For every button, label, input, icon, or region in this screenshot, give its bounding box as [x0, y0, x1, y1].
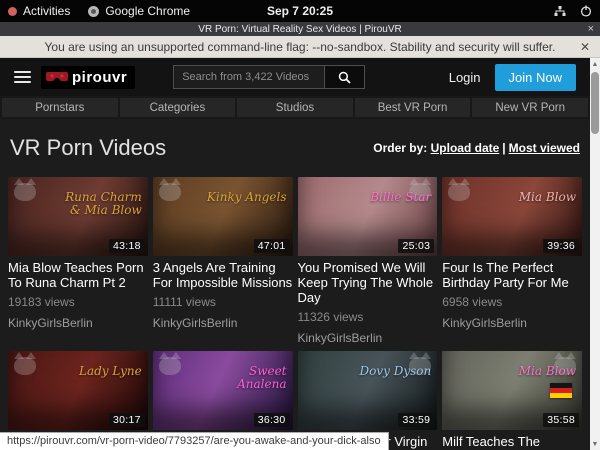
video-grid: Runa Charm & Mia Blow 43:18 Mia Blow Tea… [8, 177, 582, 450]
content-area: VR Porn Videos Order by: Upload date|Mos… [0, 119, 590, 450]
video-card: Runa Charm & Mia Blow 43:18 Mia Blow Tea… [8, 177, 148, 347]
duration-badge: 33:59 [398, 413, 434, 427]
chrome-icon [88, 6, 99, 17]
studio-watermark-icon [159, 183, 181, 201]
video-title[interactable]: You Promised We Will Keep Trying The Who… [298, 260, 438, 305]
studio-link[interactable]: KinkyGirlsBerlin [8, 316, 93, 330]
search-bar [173, 65, 365, 89]
view-count: 11326 views [298, 310, 438, 324]
web-page: pirouvr Login Join Now [0, 58, 590, 450]
vr-goggles-icon [46, 71, 68, 83]
german-flag-icon [550, 383, 572, 398]
browser-tab-bar: VR Porn: Virtual Reality Sex Videos | Pi… [0, 22, 600, 36]
duration-badge: 39:36 [543, 239, 579, 253]
duration-badge: 25:03 [398, 239, 434, 253]
video-card: Mia Blow 35:58 Milf Teaches The Teacher … [442, 351, 582, 450]
view-count: 11111 views [153, 295, 293, 309]
status-url-tooltip: https://pirouvr.com/vr-porn-video/779325… [0, 432, 389, 450]
video-thumbnail[interactable]: Dovy Dyson 33:59 [298, 351, 438, 430]
duration-badge: 47:01 [254, 239, 290, 253]
thumbnail-overlay-text: Runa Charm & Mia Blow [55, 191, 142, 217]
page-title: VR Porn Videos [10, 135, 166, 161]
studio-watermark-icon [159, 357, 181, 375]
scrollbar-up-icon[interactable]: ▲ [590, 58, 600, 70]
order-by: Order by: Upload date|Most viewed [373, 141, 580, 155]
video-thumbnail[interactable]: Billie Star 25:03 [298, 177, 438, 256]
video-card: Kinky Angels 47:01 3 Angels Are Training… [153, 177, 293, 347]
nav-item-new-vr[interactable]: New VR Porn [472, 98, 588, 117]
video-thumbnail[interactable]: Sweet Analena 36:30 [153, 351, 293, 430]
search-icon [338, 71, 351, 84]
network-tray-icon[interactable] [554, 6, 566, 17]
video-card: Billie Star 25:03 You Promised We Will K… [298, 177, 438, 347]
video-thumbnail[interactable]: Lady Lyne 30:17 [8, 351, 148, 430]
infobar-message: You are using an unsupported command-lin… [45, 40, 556, 54]
thumbnail-overlay-text: Mia Blow [519, 191, 576, 204]
app-menu-label: Google Chrome [105, 4, 190, 18]
chrome-infobar: You are using an unsupported command-lin… [0, 36, 600, 58]
video-title[interactable]: Milf Teaches The Teacher Some Practical … [442, 434, 582, 450]
video-thumbnail[interactable]: Kinky Angels 47:01 [153, 177, 293, 256]
menu-hamburger-icon[interactable] [14, 68, 31, 86]
search-input[interactable] [173, 65, 325, 89]
studio-link[interactable]: KinkyGirlsBerlin [442, 316, 527, 330]
video-title[interactable]: Four Is The Perfect Birthday Party For M… [442, 260, 582, 290]
view-count: 19183 views [8, 295, 148, 309]
video-title[interactable]: 3 Angels Are Training For Impossible Mis… [153, 260, 293, 290]
thumbnail-overlay-text: Lady Lyne [79, 365, 142, 378]
nav-item-best-vr[interactable]: Best VR Porn [355, 98, 471, 117]
nav-item-categories[interactable]: Categories [120, 98, 236, 117]
nav-item-pornstars[interactable]: Pornstars [2, 98, 118, 117]
infobar-close-icon[interactable]: ✕ [580, 40, 590, 54]
join-now-button[interactable]: Join Now [495, 64, 576, 91]
power-icon[interactable] [580, 5, 592, 17]
duration-badge: 43:18 [109, 239, 145, 253]
video-card: Mia Blow 39:36 Four Is The Perfect Birth… [442, 177, 582, 347]
duration-badge: 35:58 [543, 413, 579, 427]
thumbnail-overlay-text: Kinky Angels [207, 191, 287, 204]
search-button[interactable] [325, 65, 365, 89]
nav-item-studios[interactable]: Studios [237, 98, 353, 117]
duration-badge: 36:30 [254, 413, 290, 427]
desktop: Activities Google Chrome Sep 7 20:25 [0, 0, 600, 450]
tab-close-icon[interactable]: × [588, 22, 594, 36]
video-thumbnail[interactable]: Mia Blow 39:36 [442, 177, 582, 256]
login-link[interactable]: Login [449, 70, 481, 85]
view-count: 6958 views [442, 295, 582, 309]
order-by-label: Order by: [373, 141, 427, 155]
scrollbar-thumb[interactable] [591, 72, 599, 134]
site-logo-text: pirouvr [72, 69, 127, 86]
site-header: pirouvr Login Join Now [0, 58, 590, 96]
video-thumbnail[interactable]: Mia Blow 35:58 [442, 351, 582, 430]
tab-title[interactable]: VR Porn: Virtual Reality Sex Videos | Pi… [198, 24, 401, 35]
main-nav: Pornstars Categories Studios Best VR Por… [0, 96, 590, 119]
video-title[interactable]: Mia Blow Teaches Porn To Runa Charm Pt 2 [8, 260, 148, 290]
site-logo[interactable]: pirouvr [41, 66, 135, 89]
studio-link[interactable]: KinkyGirlsBerlin [298, 331, 383, 345]
studio-link[interactable]: KinkyGirlsBerlin [153, 316, 238, 330]
studio-watermark-icon [14, 357, 36, 375]
studio-watermark-icon [409, 183, 431, 201]
scrollbar[interactable]: ▲ ▼ [590, 58, 600, 450]
thumbnail-overlay-text: Sweet Analena [200, 365, 287, 391]
order-most-viewed-link[interactable]: Most viewed [509, 141, 580, 155]
activities-indicator-icon [8, 7, 17, 16]
studio-watermark-icon [554, 357, 576, 375]
video-thumbnail[interactable]: Runa Charm & Mia Blow 43:18 [8, 177, 148, 256]
order-upload-date-link[interactable]: Upload date [431, 141, 500, 155]
browser-viewport: pirouvr Login Join Now [0, 58, 600, 450]
studio-watermark-icon [448, 183, 470, 201]
studio-watermark-icon [14, 183, 36, 201]
scrollbar-down-icon[interactable]: ▼ [590, 438, 600, 450]
studio-watermark-icon [409, 357, 431, 375]
activities-button[interactable]: Activities [8, 4, 70, 18]
system-top-bar: Activities Google Chrome Sep 7 20:25 [0, 0, 600, 22]
activities-label: Activities [23, 4, 70, 18]
app-menu-button[interactable]: Google Chrome [88, 4, 190, 18]
duration-badge: 30:17 [109, 413, 145, 427]
